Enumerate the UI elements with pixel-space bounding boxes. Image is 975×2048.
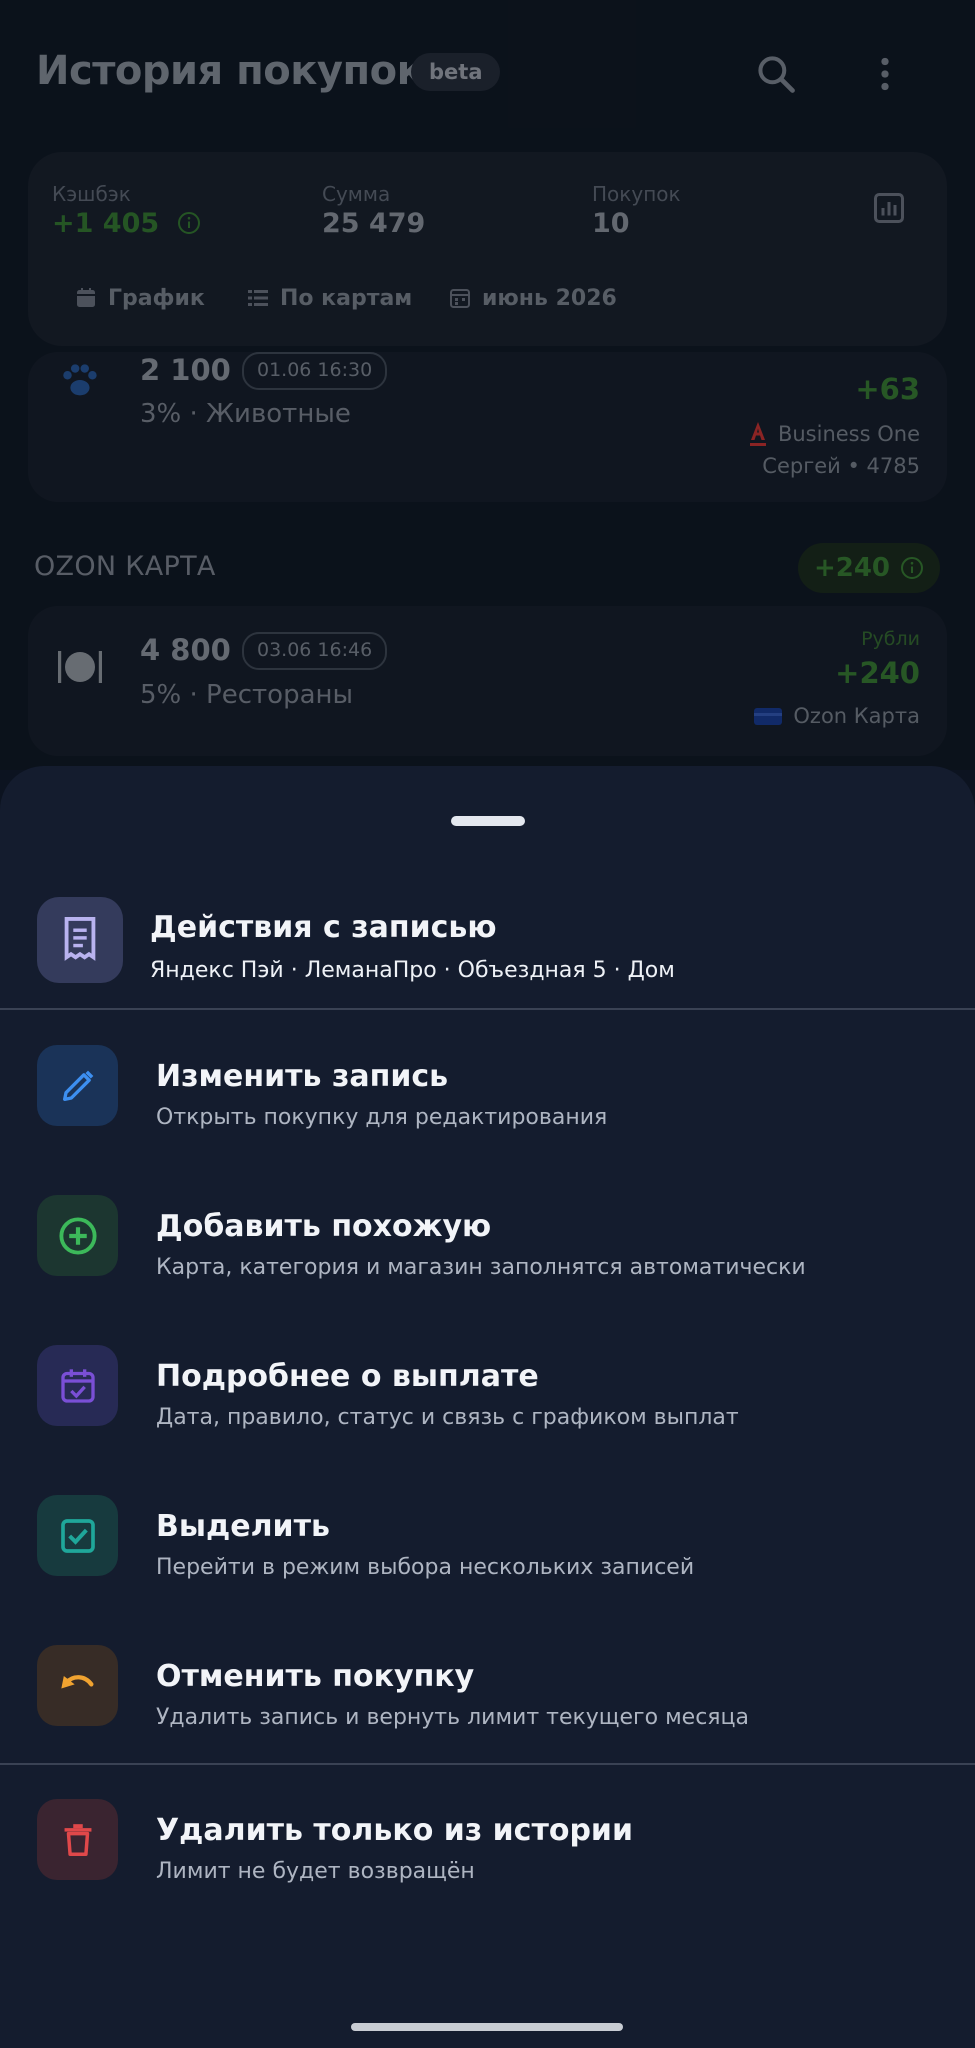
action-title: Добавить похожую: [156, 1209, 492, 1244]
cashback-label: Кэшбэк: [52, 182, 131, 206]
purchase-category: 3% · Животные: [140, 399, 351, 429]
action-delete-from-history[interactable]: Удалить только из истории Лимит не будет…: [0, 1799, 975, 1919]
restaurant-icon: [54, 644, 106, 694]
section-title: OZON КАРТА: [34, 551, 216, 582]
cashback-type: Рубли: [861, 628, 920, 650]
trash-icon: [37, 1799, 118, 1880]
action-add-similar[interactable]: Добавить похожую Карта, категория и мага…: [0, 1195, 975, 1315]
action-subtitle: Карта, категория и магазин заполнятся ав…: [156, 1255, 806, 1280]
summary-card: Кэшбэк +1 405 Сумма 25 479 Покупок 10 Гр…: [28, 152, 947, 346]
card-name: Business One: [748, 420, 920, 448]
sheet-subtitle: Яндекс Пэй · ЛеманаПро · Объездная 5 · Д…: [150, 958, 675, 983]
purchase-card[interactable]: 2 100 01.06 16:30 3% · Животные +63 Busi…: [28, 352, 947, 502]
home-indicator[interactable]: [351, 2023, 623, 2031]
stats-chart-icon[interactable]: [871, 190, 907, 230]
action-title: Выделить: [156, 1509, 330, 1544]
chip-by-cards[interactable]: По картам: [246, 278, 412, 318]
action-title: Изменить запись: [156, 1059, 449, 1094]
action-title: Удалить только из истории: [156, 1813, 633, 1848]
purchase-amount: 2 100: [140, 353, 231, 387]
action-subtitle: Дата, правило, статус и связь с графиком…: [156, 1405, 739, 1430]
receipt-tile: [37, 897, 123, 983]
sheet-title: Действия с записью: [150, 910, 497, 945]
action-subtitle: Лимит не будет возвращён: [156, 1859, 475, 1884]
search-icon[interactable]: [750, 48, 802, 100]
purchase-card[interactable]: 4 800 03.06 16:46 5% · Рестораны Рубли +…: [28, 606, 947, 756]
purchase-category: 5% · Рестораны: [140, 680, 354, 710]
action-payout-details[interactable]: Подробнее о выплате Дата, правило, стату…: [0, 1345, 975, 1465]
alfa-bank-icon: [749, 422, 766, 446]
calendar-month-icon: [450, 289, 470, 308]
cashback-value: +1 405: [52, 208, 201, 239]
edit-icon: [37, 1045, 118, 1126]
chip-month[interactable]: июнь 2026: [448, 278, 617, 318]
sum-value: 25 479: [322, 208, 426, 239]
count-label: Покупок: [592, 182, 681, 206]
action-subtitle: Открыть покупку для редактирования: [156, 1105, 608, 1130]
add-circle-icon: [37, 1195, 118, 1276]
undo-icon: [37, 1645, 118, 1726]
divider: [0, 1008, 975, 1010]
info-icon: [901, 557, 924, 579]
section-cashback-badge: +240: [798, 543, 940, 593]
action-subtitle: Удалить запись и вернуть лимит текущего …: [156, 1705, 749, 1730]
ozon-card-icon: [754, 708, 783, 725]
action-select[interactable]: Выделить Перейти в режим выбора нескольк…: [0, 1495, 975, 1615]
card-name: Ozon Карта: [753, 704, 920, 728]
action-cancel-purchase[interactable]: Отменить покупку Удалить запись и вернут…: [0, 1645, 975, 1765]
sum-label: Сумма: [322, 182, 391, 206]
info-icon: [177, 212, 200, 234]
list-icon: [248, 290, 268, 306]
cashback-amount: +240: [835, 656, 920, 690]
count-value: 10: [592, 208, 630, 239]
divider: [0, 1763, 975, 1765]
drag-handle[interactable]: [451, 816, 525, 826]
action-title: Отменить покупку: [156, 1659, 475, 1694]
checkbox-icon: [37, 1495, 118, 1576]
more-vertical-icon[interactable]: [859, 48, 911, 100]
cashback-amount: +63: [855, 372, 920, 406]
calendar-icon: [77, 288, 95, 307]
paw-icon: [54, 358, 104, 408]
beta-badge: beta: [411, 53, 501, 91]
chip-schedule[interactable]: График: [74, 278, 205, 318]
action-edit[interactable]: Изменить запись Открыть покупку для реда…: [0, 1045, 975, 1165]
calendar-check-icon: [37, 1345, 118, 1426]
page-title: История покупок: [36, 48, 424, 94]
receipt-icon: [64, 917, 96, 961]
action-title: Подробнее о выплате: [156, 1359, 539, 1394]
purchase-amount: 4 800: [140, 633, 231, 667]
card-owner: Сергей • 4785: [762, 454, 920, 478]
purchase-time: 03.06 16:46: [242, 632, 388, 670]
action-subtitle: Перейти в режим выбора нескольких записе…: [156, 1555, 695, 1580]
purchase-time: 01.06 16:30: [242, 352, 388, 390]
